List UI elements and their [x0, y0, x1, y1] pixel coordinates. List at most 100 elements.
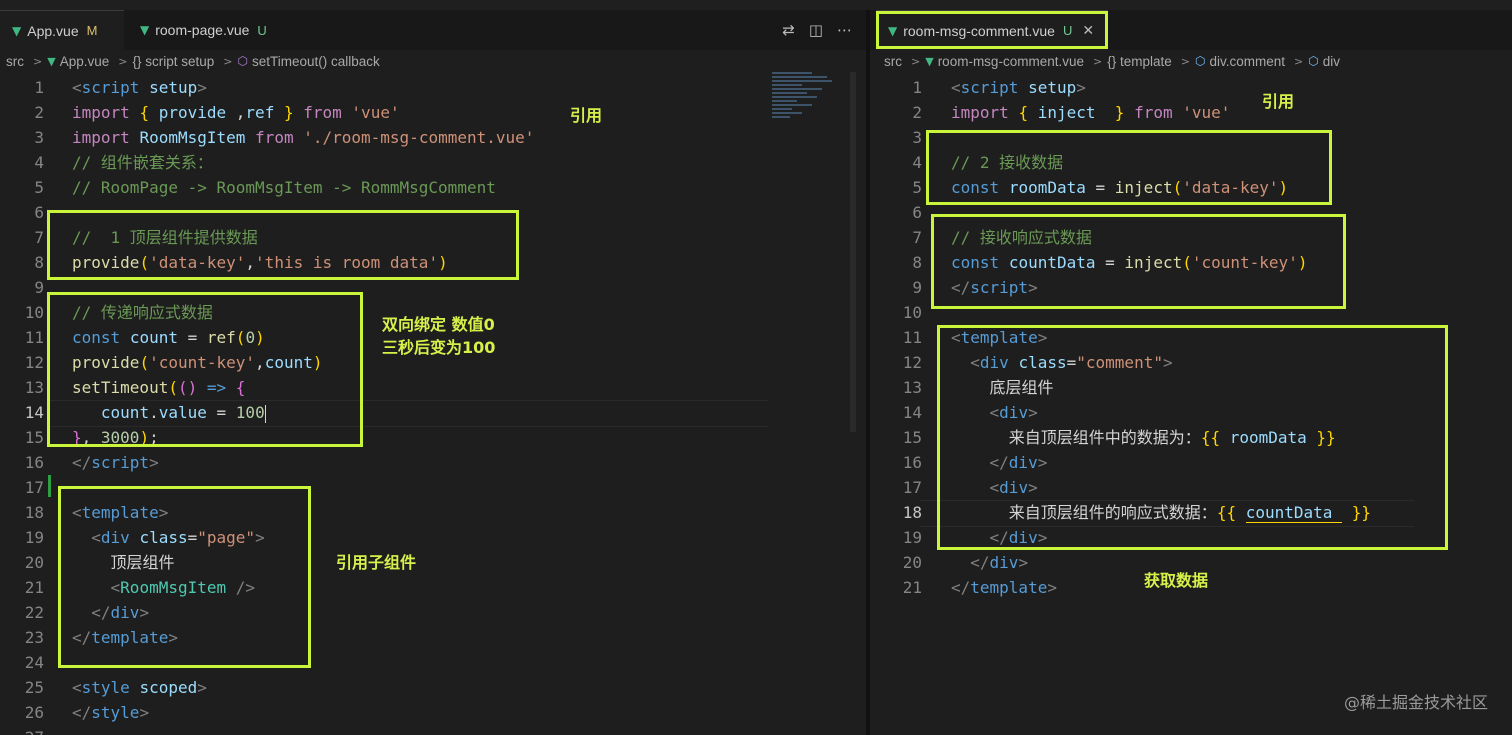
line-number: 7	[34, 228, 44, 247]
code-line[interactable]: 25 <style scoped>	[0, 675, 866, 700]
code-text: import RoomMsgItem from './room-msg-comm…	[72, 128, 535, 147]
code-line[interactable]: 26 </style>	[0, 700, 866, 725]
highlight-box-template	[58, 486, 311, 668]
highlight-box-inject	[926, 130, 1332, 205]
chevron-right-icon: >	[118, 54, 128, 68]
line-number: 21	[24, 578, 44, 597]
line-number: 23	[24, 628, 44, 647]
breadcrumb-item[interactable]: room-msg-comment.vue	[938, 54, 1084, 69]
line-number: 1	[912, 78, 922, 97]
code-text: </div>	[970, 553, 1029, 572]
vue-icon: ▼	[47, 54, 56, 68]
line-number: 13	[902, 378, 922, 397]
untracked-badge: U	[257, 22, 267, 38]
line-number: 27	[0, 725, 44, 735]
line-number: 4	[34, 153, 44, 172]
breadcrumb-right: src > ▼ room-msg-comment.vue > {} templa…	[870, 50, 1512, 72]
line-number: 6	[34, 203, 44, 222]
tab-label: App.vue	[27, 22, 79, 39]
line-number: 7	[912, 228, 922, 247]
tab-room-page-vue[interactable]: ▼ room-page.vue U	[128, 10, 284, 50]
line-number: 17	[902, 478, 922, 497]
line-number: 20	[24, 553, 44, 572]
breadcrumb-item[interactable]: setTimeout() callback	[252, 54, 380, 69]
line-number: 20	[902, 553, 922, 572]
chevron-right-icon: >	[1293, 54, 1304, 68]
code-text: import { provide ,ref } from 'vue'	[72, 103, 400, 122]
code-line[interactable]: 2 import { provide ,ref } from 'vue'	[0, 100, 866, 125]
split-editor-icon[interactable]: ◫	[809, 21, 823, 39]
line-number: 13	[24, 378, 44, 397]
line-number: 17	[24, 478, 44, 497]
code-text: </style>	[72, 703, 150, 722]
breadcrumb-item[interactable]: {} script setup	[132, 54, 214, 69]
line-number: 12	[24, 353, 44, 372]
chevron-right-icon: >	[223, 54, 233, 68]
method-cube-icon: ⬡	[237, 54, 248, 68]
breadcrumb-item[interactable]: App.vue	[60, 54, 110, 69]
highlight-box-provide	[47, 210, 519, 280]
code-text: <style scoped>	[72, 678, 207, 697]
breadcrumb-item[interactable]: {} template	[1107, 54, 1172, 69]
breadcrumb-item[interactable]: div	[1323, 54, 1340, 69]
breadcrumb-item[interactable]: src	[884, 54, 902, 69]
code-line[interactable]: 3 import RoomMsgItem from './room-msg-com…	[0, 125, 866, 150]
git-added-marker	[48, 475, 51, 497]
line-number: 9	[912, 278, 922, 297]
editor-pane-right: ▼ room-msg-comment.vue U ✕ src > ▼ room-…	[870, 10, 1512, 735]
line-number: 19	[24, 528, 44, 547]
highlight-box-tab	[876, 11, 1108, 49]
line-number: 10	[24, 303, 44, 322]
line-number: 22	[24, 603, 44, 622]
breadcrumb-item[interactable]: src	[6, 54, 24, 69]
tab-app-vue[interactable]: ▼ App.vue M	[0, 10, 124, 50]
line-number: 2	[912, 103, 922, 122]
code-line[interactable]: 27	[0, 725, 866, 735]
note-get-data: 获取数据	[1144, 571, 1209, 590]
line-number: 18	[902, 503, 922, 522]
line-number: 2	[34, 103, 44, 122]
note-child: 引用子组件	[336, 553, 417, 572]
note-ref-right: 引用	[1262, 92, 1295, 111]
chevron-right-icon: >	[1092, 54, 1103, 68]
line-number: 8	[912, 253, 922, 272]
line-number: 18	[24, 503, 44, 522]
breadcrumb-item[interactable]: div.comment	[1209, 54, 1285, 69]
line-number: 8	[34, 253, 44, 272]
tab-label: room-page.vue	[155, 22, 250, 38]
line-number: 14	[902, 403, 922, 422]
line-number: 15	[24, 428, 44, 447]
code-line[interactable]: 4 // 组件嵌套关系：	[0, 150, 866, 175]
vue-icon: ▼	[12, 23, 22, 38]
code-text: </template>	[951, 578, 1057, 597]
line-number: 3	[34, 128, 44, 147]
code-line[interactable]: 2 import { inject } from 'vue'	[870, 100, 1512, 125]
code-line[interactable]: 5 // RoomPage -> RoomMsgItem -> RommMsgCo…	[0, 175, 866, 200]
code-line[interactable]: 1 <script setup>	[870, 75, 1512, 100]
line-number: 16	[902, 453, 922, 472]
line-number: 15	[902, 428, 922, 447]
chevron-right-icon: >	[1180, 54, 1190, 68]
code-text: // RoomPage -> RoomMsgItem -> RommMsgCom…	[72, 178, 496, 197]
highlight-box-reactive	[47, 292, 363, 447]
note-bind-2: 三秒后变为100	[382, 338, 496, 357]
breadcrumb-left: src > ▼ App.vue > {} script setup > ⬡ se…	[0, 50, 866, 72]
code-text: import { inject } from 'vue'	[951, 103, 1231, 122]
more-actions-icon[interactable]: ⋯	[837, 21, 852, 39]
compare-changes-icon[interactable]: ⇄	[782, 21, 795, 39]
line-number: 19	[902, 528, 922, 547]
code-text: </script>	[72, 453, 159, 472]
code-line[interactable]: 16 </script>	[0, 450, 866, 475]
code-line[interactable]: 1 <script setup>	[0, 75, 866, 100]
line-number: 11	[902, 328, 922, 347]
tab-bar-left: ▼ App.vue M ▼ room-page.vue U ⇄ ◫ ⋯	[0, 10, 866, 50]
note-ref: 引用	[570, 106, 603, 125]
vue-icon: ▼	[140, 23, 150, 37]
code-text: <script setup>	[951, 78, 1086, 97]
line-number: 25	[24, 678, 44, 697]
line-number: 21	[902, 578, 922, 597]
line-number: 9	[34, 278, 44, 297]
vue-icon: ▼	[925, 54, 934, 68]
code-text: <script setup>	[72, 78, 207, 97]
line-number: 3	[912, 128, 922, 147]
